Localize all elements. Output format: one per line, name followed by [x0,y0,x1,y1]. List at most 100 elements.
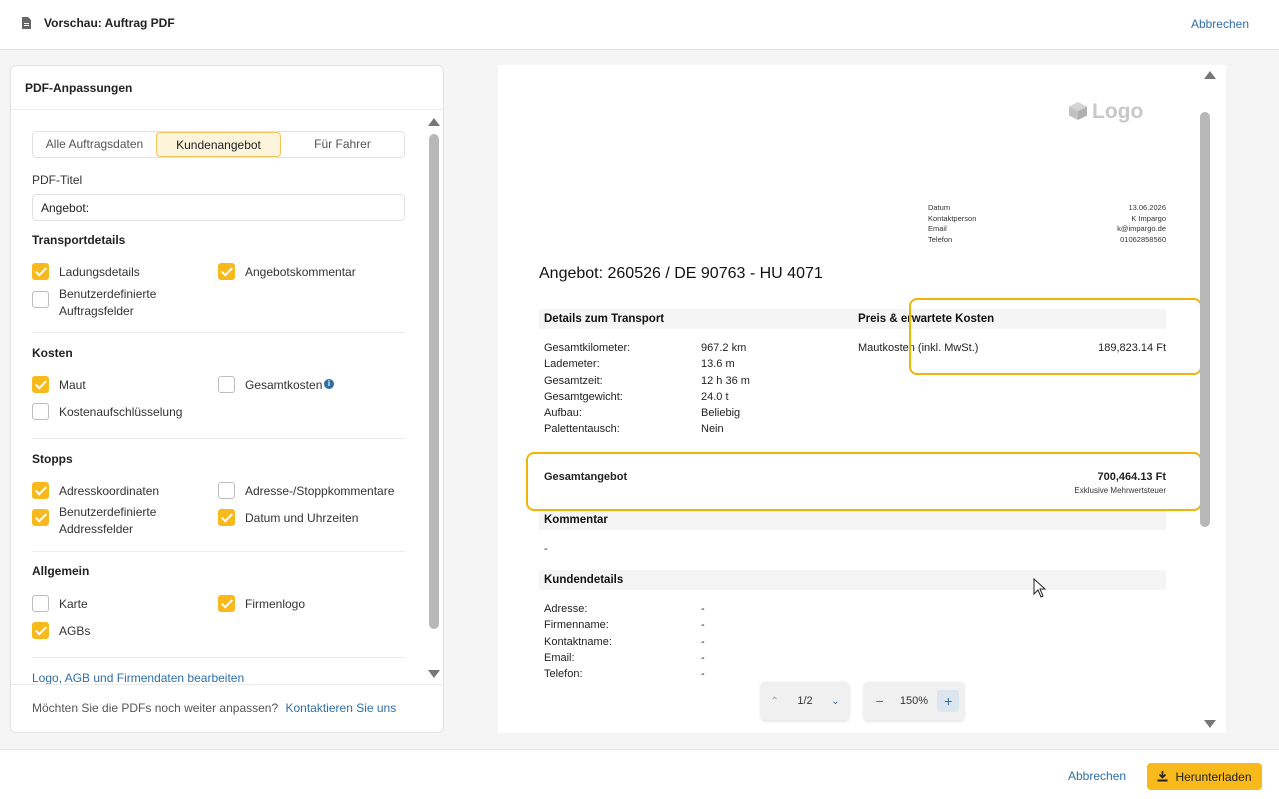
row-key: Lademeter: [544,358,600,371]
label-firmenlogo: Firmenlogo [245,597,306,611]
label-ladungsdetails: Ladungsdetails [59,265,140,279]
tab-alle-auftragsdaten[interactable]: Alle Auftragsdaten [33,132,156,157]
highlight-total [526,452,1202,511]
section-allgemein: Allgemein [32,564,90,578]
pdf-title-label: PDF-Titel [32,173,83,187]
cancel-button[interactable]: Abbrechen [1068,769,1126,783]
checkbox-kostenaufschluesselung[interactable] [32,403,49,420]
row-value: - [701,603,705,615]
meta-value: 01062858560 [1120,234,1166,244]
comment-header: Kommentar [539,510,1166,530]
row-value: 13.6 m [701,358,735,371]
chevron-up-icon[interactable]: ⌃ [770,696,778,707]
row-value: - [701,635,705,648]
checkbox-agbs[interactable] [32,622,49,639]
divider [32,551,405,552]
meta-value: K Impargo [1131,213,1166,223]
checkbox-gesamtkosten[interactable] [218,376,235,393]
scroll-down-arrow-icon[interactable] [1204,720,1216,728]
row-key: Kontaktname: [544,635,612,648]
row-key: Email: [544,651,575,664]
preview-scroll-thumb[interactable] [1200,112,1210,527]
meta-key: Email [928,224,947,233]
label-angebotskommentar: Angebotskommentar [245,265,356,279]
template-tabs: Alle Auftragsdaten Kundenangebot Für Fah… [32,131,405,158]
top-bar: Vorschau: Auftrag PDF Abbrechen [0,0,1279,50]
document-title: Angebot: 260526 / DE 90763 - HU 4071 [539,265,823,282]
customer-keys: Adresse: Firmenname: Kontaktname: Email:… [544,601,612,682]
label-maut: Maut [59,378,86,392]
divider [32,332,405,333]
row-key: Firmenname: [544,619,609,632]
section-stopps: Stopps [32,452,73,466]
row-key: Telefon: [544,668,583,681]
row-value: 967.2 km [701,342,747,354]
pdf-title-input[interactable]: Angebot: [32,194,405,221]
label-adresse-stoppkommentare: Adresse-/Stoppkommentare [245,484,395,498]
checkbox-ladungsdetails[interactable] [32,263,49,280]
tab-fuer-fahrer[interactable]: Für Fahrer [281,132,404,157]
label-datum-und-uhrzeiten: Datum und Uhrzeiten [245,511,359,525]
page-indicator: 1/2 [797,695,813,707]
checkbox-adresskoordinaten[interactable] [32,482,49,499]
label-benutzerdefinierte-addressfelder: Benutzerdefinierte Addressfelder [59,505,157,536]
meta-row: Kontaktperson K Impargo [928,214,1166,225]
checkbox-angebotskommentar[interactable] [218,263,235,280]
pdf-preview[interactable]: Logo Datum 13.06.2026 Kontaktperson K Impa… [498,65,1226,733]
footer-text: Möchten Sie die PDFs noch weiter anpasse… [32,701,279,715]
document-icon [22,17,31,29]
panel-footer: Möchten Sie die PDFs noch weiter anpasse… [11,684,443,732]
customer-values: - - - - - [701,601,705,682]
checkbox-benutzerdefinierte-auftragsfelder[interactable] [32,291,49,308]
left-scrollbar[interactable] [428,118,440,678]
checkbox-firmenlogo[interactable] [218,595,235,612]
settings-scroll-area[interactable]: Alle Auftragsdaten Kundenangebot Für Fah… [11,111,443,684]
customer-details-header: Kundendetails [539,570,1166,590]
row-key: Adresse: [544,603,588,615]
scroll-up-arrow-icon[interactable] [1204,71,1216,79]
meta-row: Email k@impargo.de [928,224,1166,235]
info-icon[interactable]: i [324,379,334,389]
zoom-control: − 150% + [864,682,964,720]
checkbox-datum-und-uhrzeiten[interactable] [218,509,235,526]
zoom-out-button[interactable]: − [869,690,891,712]
download-icon [1157,771,1168,782]
bottom-bar: Abbrechen Herunterladen [0,749,1279,799]
edit-logo-agb-link[interactable]: Logo, AGB und Firmendaten bearbeiten [32,671,244,684]
meta-value: k@impargo.de [1117,224,1166,233]
download-label: Herunterladen [1175,769,1252,784]
checkbox-adresse-stoppkommentare[interactable] [218,482,235,499]
section-transportdetails: Transportdetails [32,233,126,247]
checkbox-maut[interactable] [32,376,49,393]
row-key: Gesamtgewicht: [544,390,623,403]
highlight-costs [909,298,1202,375]
chevron-down-icon[interactable]: ⌄ [831,696,839,707]
comment-value: - [544,543,548,555]
cancel-link-top[interactable]: Abbrechen [1191,17,1249,31]
row-value: Nein [701,423,724,436]
logo-text: Logo [1092,100,1144,123]
transport-details-header: Details zum Transport [539,309,853,329]
checkbox-karte[interactable] [32,595,49,612]
meta-key: Datum [928,203,951,212]
download-button[interactable]: Herunterladen [1147,763,1262,790]
panel-title: PDF-Anpassungen [11,66,443,110]
pdf-settings-panel: PDF-Anpassungen Alle Auftragsdaten Kunde… [10,65,444,733]
row-key: Aufbau: [544,407,582,420]
row-value: - [701,668,705,681]
row-value: 12 h 36 m [701,374,750,387]
window-title: Vorschau: Auftrag PDF [44,16,175,30]
meta-key: Kontaktperson [928,213,977,223]
row-value: Beliebig [701,407,741,420]
scroll-thumb[interactable] [429,134,439,629]
row-key: Palettentausch: [544,423,620,436]
label-agbs: AGBs [59,624,91,638]
scroll-up-arrow-icon[interactable] [428,118,440,126]
zoom-in-button[interactable]: + [937,690,960,712]
checkbox-benutzerdefinierte-addressfelder[interactable] [32,509,49,526]
tab-kundenangebot[interactable]: Kundenangebot [156,132,281,157]
company-logo: Logo [1068,100,1143,124]
mouse-cursor-icon [1033,578,1047,598]
scroll-down-arrow-icon[interactable] [428,670,440,678]
contact-link[interactable]: Kontaktieren Sie uns [285,701,396,715]
